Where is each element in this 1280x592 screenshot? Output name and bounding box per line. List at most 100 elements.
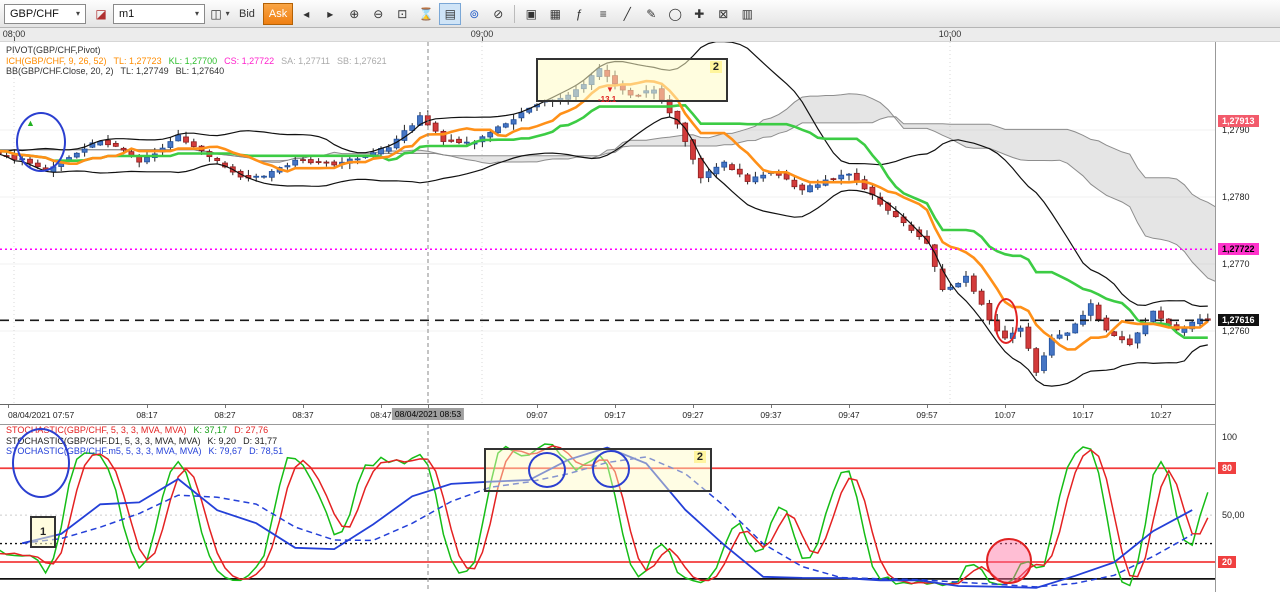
chevron-down-icon: ▾ (225, 9, 230, 18)
scroll-right-icon: ▸ (327, 6, 334, 21)
scroll-right-button[interactable]: ▸ (319, 3, 341, 25)
time-session-button[interactable]: ⌛ (415, 3, 437, 25)
legend-text: PIVOT(GBP/CHF,Pivot) (6, 45, 101, 55)
legend-text: K: 79,67 (208, 446, 243, 456)
time-label: 10:07 (994, 410, 1016, 420)
legend-text: D: 27,76 (234, 425, 269, 435)
grid-icon: ▦ (549, 6, 561, 21)
ellipse-tool-icon: ◯ (668, 6, 682, 21)
delete-drawing-button[interactable]: ⊠ (712, 3, 734, 25)
stoch-axis-label: 50,00 (1222, 510, 1245, 521)
hour-tick (14, 37, 15, 41)
time-label: 09:17 (604, 410, 626, 420)
symbol-value: GBP/CHF (10, 7, 59, 20)
price-axis[interactable]: 1,2790 1,2780 1,2770 1,2760 1,27913 1,27722 1,… (1215, 42, 1280, 592)
symbol-select[interactable]: GBP/CHF ▾ (4, 3, 86, 24)
time-label: 09:57 (916, 410, 938, 420)
toolbar: GBP/CHF ▾ ◪ m1 ▾ ◫ ▾ Bid Ask ◂ ▸ ⊕ ⊖ ⊡ ⌛ ▤ ⊚ ⊘ ▣ ▦ ƒ ≡ ╱ ✎… (0, 0, 1280, 28)
trendline-icon: ╱ (623, 6, 631, 21)
time-label: 08:17 (136, 410, 158, 420)
scroll-left-button[interactable]: ◂ (295, 3, 317, 25)
legend-text: STOCHASTIC(GBP/CHF.D1, 5, 3, 3, MVA, MVA… (6, 435, 201, 446)
candles-layer (0, 64, 1211, 376)
bollinger-legend: BB(GBP/CHF.Close, 20, 2) TL: 1,27749 BL: 1… (6, 66, 394, 77)
attach-icon: ⊘ (493, 6, 504, 21)
legend-text: K: 9,20 (207, 435, 237, 446)
time-tick (849, 405, 850, 408)
time-tick (303, 405, 304, 408)
stoch-m5-legend: STOCHASTIC(GBP/CHF.m5, 5, 3, 3, MVA, MVA… (6, 446, 290, 457)
time-label: 09:37 (760, 410, 782, 420)
zoom-in-button[interactable]: ⊕ (343, 3, 365, 25)
time-tick (693, 405, 694, 408)
time-tick (147, 405, 148, 408)
ellipse-tool-button[interactable]: ◯ (664, 3, 686, 25)
time-label: 10:17 (1072, 410, 1094, 420)
time-tick (615, 405, 616, 408)
legend-text: BB(GBP/CHF.Close, 20, 2) (6, 66, 114, 76)
legend-text: K: 37,17 (193, 425, 228, 435)
zoom-out-button[interactable]: ⊖ (367, 3, 389, 25)
chevron-down-icon: ▾ (75, 9, 80, 18)
crosshair-button[interactable]: ✚ (688, 3, 710, 25)
snapshot-button[interactable]: ▣ (520, 3, 542, 25)
chart-list-button[interactable]: ▥ (736, 3, 758, 25)
price-badge: 1,27722 (1218, 243, 1259, 256)
time-tick (8, 405, 9, 408)
attach-button[interactable]: ⊘ (487, 3, 509, 25)
zoom-area-button[interactable]: ⊡ (391, 3, 413, 25)
draw-button[interactable]: ✎ (640, 3, 662, 25)
ask-button[interactable]: Ask (262, 2, 294, 25)
price-label: 1,2780 (1222, 192, 1250, 202)
zoom-out-icon: ⊖ (373, 6, 384, 21)
zoom-in-icon: ⊕ (349, 6, 360, 21)
snapshot-icon: ▣ (525, 6, 537, 21)
legend-text: BL: 1,27640 (175, 66, 225, 76)
mini-chart-icon[interactable]: ◪ (90, 3, 112, 25)
timeframe-value: m1 (119, 7, 135, 20)
time-tick (428, 405, 429, 408)
legend-text: D: 31,77 (243, 435, 278, 446)
trendline-button[interactable]: ╱ (616, 3, 638, 25)
time-tick (927, 405, 928, 408)
annotation-button[interactable]: ▤ (439, 2, 462, 25)
objects-list-icon: ≡ (599, 6, 607, 21)
time-label: 10:27 (1150, 410, 1172, 420)
chevron-down-icon: ▾ (194, 9, 199, 18)
main-chart-legend: PIVOT(GBP/CHF,Pivot) ICH(GBP/CHF, 9, 26, … (6, 45, 394, 77)
stoch-axis-badge: 20 (1218, 556, 1237, 568)
tenkan-line (0, 79, 1209, 351)
legend-text: STOCHASTIC(GBP/CHF.m5, 5, 3, 3, MVA, MVA… (6, 446, 202, 456)
bid-button[interactable]: Bid (233, 3, 261, 25)
hour-tick (950, 37, 951, 41)
indicators-button[interactable]: ƒ (568, 3, 590, 25)
time-label: 09:27 (682, 410, 704, 420)
grid-button[interactable]: ▦ (544, 3, 566, 25)
annotation-icon: ▤ (444, 6, 456, 21)
selected-time-label: 08/04/2021 08:53 (391, 408, 465, 420)
time-tick (771, 405, 772, 408)
hour-tick (482, 37, 483, 41)
timeframe-select[interactable]: m1 ▾ (113, 3, 205, 24)
grid-layer (0, 42, 1215, 404)
legend-text: SB: 1,27621 (337, 55, 387, 66)
stoch-axis-label: 100 (1222, 432, 1238, 442)
time-tick (225, 405, 226, 408)
time-label: 09:07 (526, 410, 548, 420)
world-news-button[interactable]: ⊚ (463, 3, 485, 25)
chart-list-icon: ▥ (741, 6, 753, 21)
time-tick (1161, 405, 1162, 408)
delete-drawing-icon: ⊠ (718, 6, 729, 21)
toolbar-separator (514, 4, 516, 23)
price-label: 1,2770 (1222, 259, 1250, 269)
time-label: 08:37 (292, 410, 314, 420)
stoch-m5-d-line (22, 456, 1193, 588)
main-chart[interactable] (0, 42, 1215, 404)
chart-type-button[interactable]: ◫ ▾ (209, 3, 231, 25)
legend-text: SA: 1,27711 (281, 55, 331, 66)
objects-list-button[interactable]: ≡ (592, 3, 614, 25)
bottom-time-axis: 08/04/2021 07:57 08:17 08:27 08:37 08:47 08/0… (0, 404, 1215, 424)
time-tick (1083, 405, 1084, 408)
legend-text: ICH(GBP/CHF, 9, 26, 52) (6, 55, 107, 66)
world-news-icon: ⊚ (469, 6, 480, 21)
